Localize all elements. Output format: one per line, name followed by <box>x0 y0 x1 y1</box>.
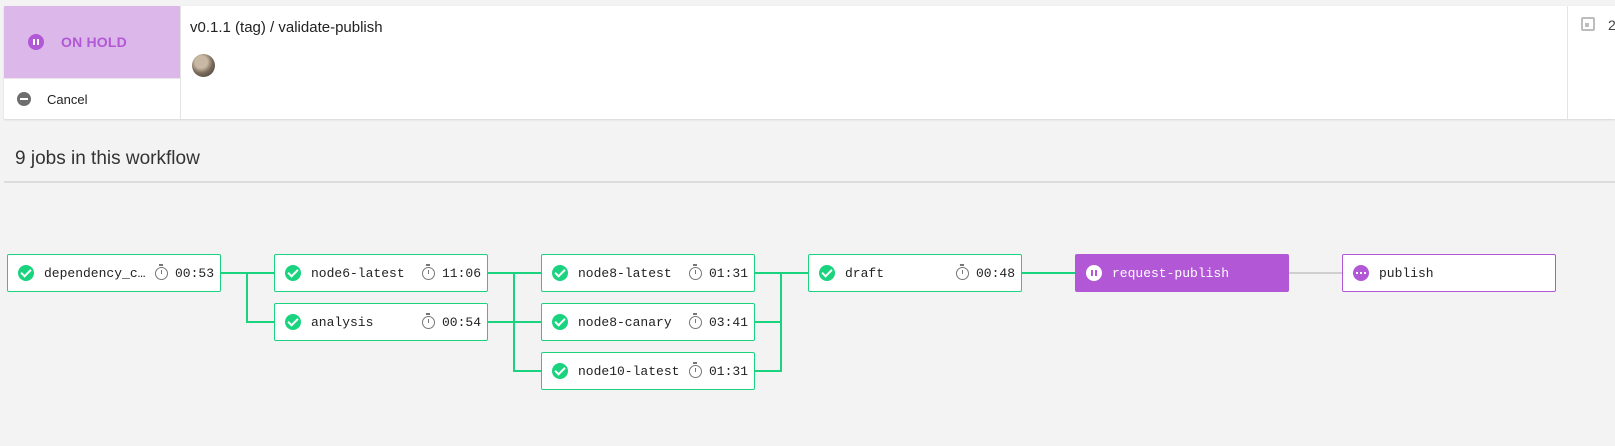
status-badge: ON HOLD <box>4 6 180 78</box>
check-circle-icon <box>285 265 301 281</box>
stopwatch-icon <box>422 312 435 329</box>
job-node8-latest[interactable]: node8-latest 01:31 <box>541 254 755 292</box>
job-duration: 01:31 <box>709 363 749 379</box>
divider <box>1567 6 1568 119</box>
job-name: node10-latest <box>578 363 680 379</box>
job-name: publish <box>1379 265 1434 281</box>
check-circle-icon <box>18 265 34 281</box>
link-latest10-to-bus <box>755 273 782 372</box>
job-node10-latest[interactable]: node10-latest 01:31 <box>541 352 755 390</box>
job-duration: 03:41 <box>709 314 749 330</box>
job-duration: 01:31 <box>709 265 749 281</box>
job-draft[interactable]: draft 00:48 <box>808 254 1022 292</box>
minus-circle-icon <box>17 92 31 106</box>
job-name: request-publish <box>1112 265 1230 281</box>
job-node6-latest[interactable]: node6-latest 11:06 <box>274 254 488 292</box>
calendar-icon <box>1581 17 1595 31</box>
stopwatch-icon <box>689 361 702 378</box>
check-circle-icon <box>819 265 835 281</box>
job-name: node8-canary <box>578 314 672 330</box>
stopwatch-icon <box>956 263 969 280</box>
divider <box>180 6 181 119</box>
jobs-heading: 9 jobs in this workflow <box>15 148 200 169</box>
job-name: draft <box>845 265 885 281</box>
check-circle-icon <box>552 265 568 281</box>
job-request-publish[interactable]: request-publish <box>1075 254 1289 292</box>
avatar[interactable] <box>192 54 215 77</box>
more-dots-icon <box>1353 265 1369 281</box>
job-duration: 11:06 <box>442 265 482 281</box>
job-name: analysis <box>311 314 374 330</box>
job-analysis[interactable]: analysis 00:54 <box>274 303 488 341</box>
job-name: node6-latest <box>311 265 405 281</box>
pause-icon <box>1086 265 1102 281</box>
stopwatch-icon <box>422 263 435 280</box>
job-node8-canary[interactable]: node8-canary 03:41 <box>541 303 755 341</box>
section-divider <box>4 181 1615 183</box>
job-duration: 00:54 <box>442 314 482 330</box>
link-bus-node8 <box>513 273 542 372</box>
check-circle-icon <box>552 363 568 379</box>
stopwatch-icon <box>689 312 702 329</box>
workflow-header: ON HOLD Cancel v0.1.1 (tag) / validate-p… <box>4 6 1615 119</box>
job-duration: 00:48 <box>976 265 1016 281</box>
check-circle-icon <box>552 314 568 330</box>
stopwatch-icon <box>155 263 168 280</box>
pause-icon <box>28 34 44 50</box>
cancel-label: Cancel <box>47 91 88 107</box>
job-publish[interactable]: publish <box>1342 254 1556 292</box>
check-circle-icon <box>285 314 301 330</box>
job-name: dependency_c… <box>44 265 146 281</box>
job-dependency-check[interactable]: dependency_c… 00:53 <box>7 254 221 292</box>
cancel-button[interactable]: Cancel <box>4 78 180 119</box>
link-dependency-to-analysis <box>246 273 275 323</box>
stopwatch-icon <box>689 263 702 280</box>
job-duration: 00:53 <box>175 265 215 281</box>
job-name: node8-latest <box>578 265 672 281</box>
status-label: ON HOLD <box>61 34 127 50</box>
date-text: 22 <box>1608 17 1615 33</box>
workflow-title[interactable]: v0.1.1 (tag) / validate-publish <box>190 19 383 36</box>
